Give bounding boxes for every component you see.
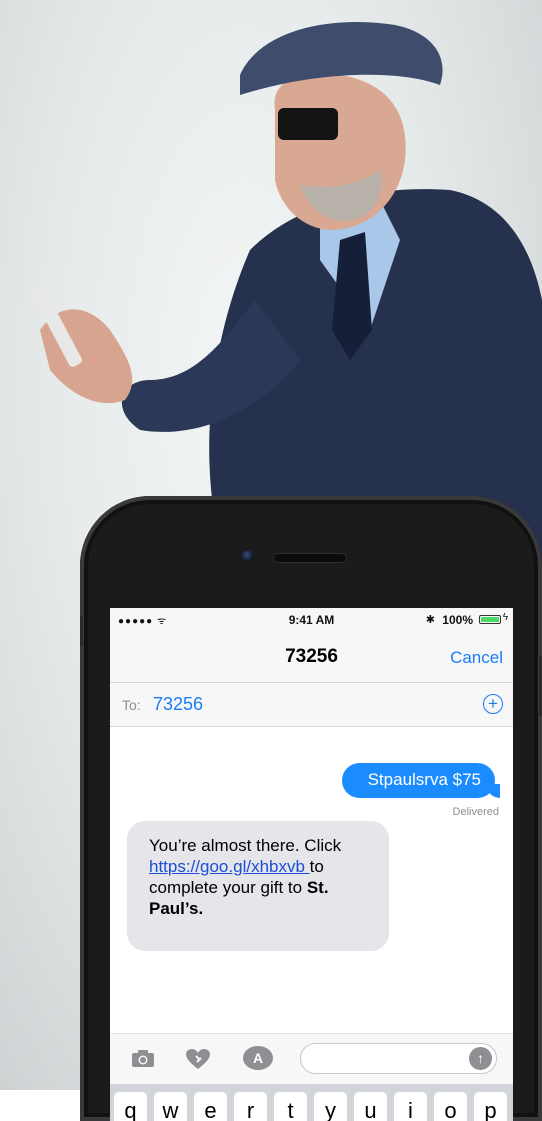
key-i[interactable]: i bbox=[394, 1092, 427, 1121]
messages-screen: ●●●●● ᯤ 9:41 AM ✱ 100% ϟ 73256 Cancel To… bbox=[110, 608, 513, 1121]
to-label: To: bbox=[122, 697, 141, 713]
battery-icon bbox=[479, 615, 501, 624]
received-text-prefix: You’re almost there. Click bbox=[149, 836, 342, 855]
cancel-button[interactable]: Cancel bbox=[450, 648, 503, 668]
recipient-chip[interactable]: 73256 bbox=[153, 694, 203, 715]
app-store-icon[interactable]: A bbox=[243, 1046, 273, 1070]
donation-link[interactable]: https://goo.gl/xhbxvb bbox=[149, 857, 310, 876]
key-e[interactable]: e bbox=[194, 1092, 227, 1121]
navigation-bar: 73256 Cancel bbox=[110, 632, 513, 683]
received-message-bubble[interactable]: You’re almost there. Click https://goo.g… bbox=[127, 821, 389, 951]
front-camera bbox=[242, 550, 254, 562]
key-q[interactable]: q bbox=[114, 1092, 147, 1121]
iphone-frame: ●●●●● ᯤ 9:41 AM ✱ 100% ϟ 73256 Cancel To… bbox=[80, 496, 542, 1121]
send-arrow-icon[interactable]: ↑ bbox=[469, 1047, 492, 1070]
key-t[interactable]: t bbox=[274, 1092, 307, 1121]
digital-touch-icon[interactable] bbox=[185, 1048, 211, 1070]
delivered-status: Delivered bbox=[452, 806, 499, 818]
sent-message-text: Stpaulsrva $75 bbox=[367, 770, 481, 789]
keyboard: qwertyuiop bbox=[110, 1084, 513, 1121]
mute-switch bbox=[80, 616, 83, 646]
sent-message-bubble[interactable]: Stpaulsrva $75 bbox=[341, 763, 501, 798]
plus-circle-icon[interactable]: + bbox=[483, 694, 503, 714]
key-p[interactable]: p bbox=[474, 1092, 507, 1121]
charging-icon: ϟ bbox=[502, 612, 508, 623]
bluetooth-icon: ✱ bbox=[425, 614, 435, 626]
earpiece-speaker bbox=[273, 553, 347, 563]
key-u[interactable]: u bbox=[354, 1092, 387, 1121]
message-input-field[interactable]: ↑ bbox=[300, 1043, 497, 1074]
key-r[interactable]: r bbox=[234, 1092, 267, 1121]
key-o[interactable]: o bbox=[434, 1092, 467, 1121]
camera-icon[interactable] bbox=[130, 1048, 156, 1070]
status-bar: ●●●●● ᯤ 9:41 AM ✱ 100% ϟ bbox=[110, 608, 513, 632]
key-w[interactable]: w bbox=[154, 1092, 187, 1121]
recipient-row: To: 73256 + bbox=[110, 683, 513, 727]
battery-percent: 100% bbox=[442, 613, 473, 627]
message-input-bar: A ↑ bbox=[110, 1033, 513, 1084]
key-y[interactable]: y bbox=[314, 1092, 347, 1121]
